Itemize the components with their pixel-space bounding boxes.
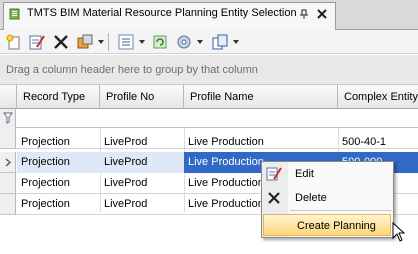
row-indicator[interactable] [0, 173, 16, 194]
cell-complex-entity[interactable]: 500-40-1 [338, 132, 418, 153]
edit-icon [266, 167, 282, 181]
cell-profile-no[interactable]: LiveProd [100, 132, 184, 153]
cell-profile-no[interactable]: LiveProd [100, 152, 184, 173]
refresh-icon[interactable] [151, 33, 169, 51]
settings-icon[interactable] [175, 33, 193, 51]
new-icon[interactable] [5, 33, 23, 51]
context-menu-separator [290, 210, 392, 211]
chevron-down-icon[interactable] [139, 40, 145, 44]
context-menu-item-edit[interactable]: Edit [262, 163, 393, 185]
context-menu-label: Edit [295, 168, 314, 180]
export-icon[interactable] [211, 33, 229, 51]
group-by-hint: Drag a column header here to group by th… [6, 64, 258, 76]
edit-icon[interactable] [28, 33, 46, 51]
cell-record-type[interactable]: Projection [17, 132, 100, 153]
column-header-profile-name[interactable]: Profile Name [184, 85, 338, 109]
row-indicator[interactable] [0, 194, 16, 215]
column-header-complex-entity[interactable]: Complex Entity [338, 85, 418, 109]
toolbar-separator [108, 33, 109, 51]
tab-title: TMTS BIM Material Resource Planning Enti… [27, 7, 297, 19]
cell-record-type[interactable]: Projection [17, 173, 100, 194]
document-icon [9, 8, 20, 20]
cell-profile-no[interactable]: LiveProd [100, 194, 184, 215]
header-indicator [0, 85, 17, 109]
chevron-down-icon[interactable] [98, 40, 104, 44]
mouse-cursor-icon [392, 222, 406, 242]
row-indicator[interactable] [0, 128, 16, 149]
list-icon[interactable] [117, 33, 135, 51]
cell-profile-no[interactable]: LiveProd [100, 173, 184, 194]
context-menu-item-delete[interactable]: Delete [262, 187, 393, 209]
context-menu-label: Delete [295, 192, 327, 204]
tools-icon[interactable] [76, 33, 94, 51]
cell-profile-name[interactable]: Live Production [184, 132, 338, 153]
column-header-record-type[interactable]: Record Type [17, 85, 100, 109]
chevron-down-icon[interactable] [233, 40, 239, 44]
cell-record-type[interactable]: Projection [17, 194, 100, 215]
close-icon[interactable] [317, 9, 327, 19]
cell-record-type[interactable]: Projection [17, 152, 100, 173]
chevron-down-icon[interactable] [197, 40, 203, 44]
delete-icon[interactable] [52, 33, 70, 51]
filter-icon[interactable] [3, 112, 13, 124]
delete-icon [268, 192, 280, 204]
context-menu-label: Create Planning [297, 220, 376, 232]
filter-row[interactable] [0, 109, 418, 128]
context-menu-item-create-planning[interactable]: Create Planning [263, 214, 391, 236]
chevron-right-icon [5, 158, 11, 167]
column-header-profile-no[interactable]: Profile No [100, 85, 184, 109]
pin-icon[interactable] [299, 9, 309, 19]
